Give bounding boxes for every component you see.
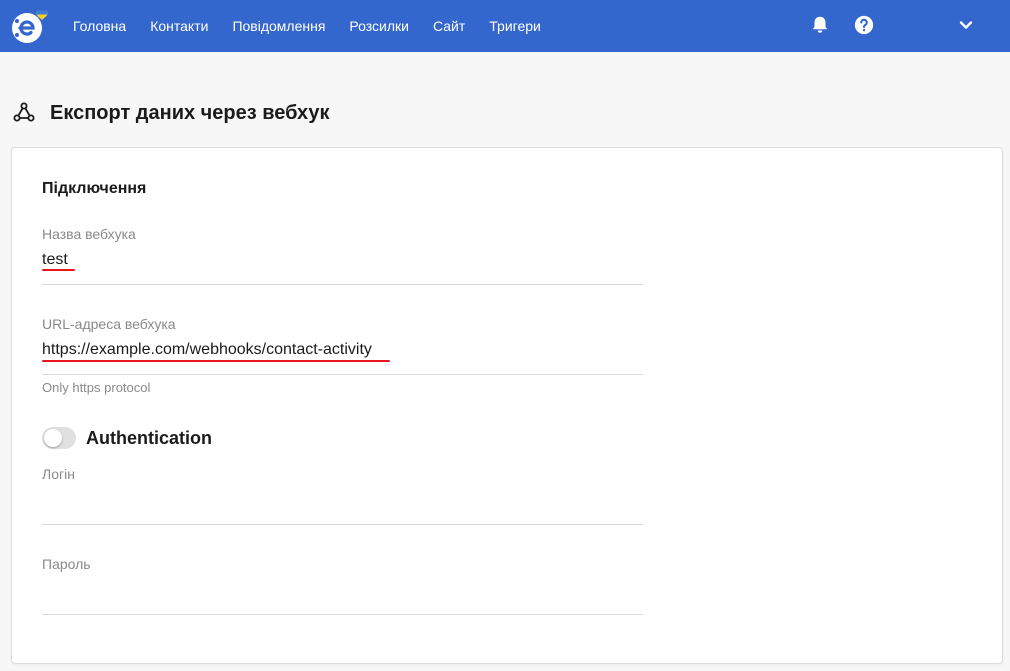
url-hint: Only https protocol — [42, 380, 151, 395]
nav-item-home[interactable]: Головна — [61, 0, 138, 52]
nav-item-site[interactable]: Сайт — [421, 0, 477, 52]
password-label: Пароль — [42, 556, 91, 572]
password-input[interactable] — [42, 578, 643, 602]
webhook-url-input[interactable]: https://example.com/webhooks/contact-act… — [42, 338, 643, 362]
nav-item-contacts[interactable]: Контакти — [138, 0, 220, 52]
authentication-toggle[interactable] — [42, 427, 76, 449]
url-annotation-underline — [42, 360, 390, 362]
esputnik-logo-icon[interactable] — [10, 6, 50, 46]
password-underline — [42, 614, 643, 615]
nav-item-campaigns[interactable]: Розсилки — [337, 0, 421, 52]
nav-item-triggers[interactable]: Тригери — [477, 0, 553, 52]
webhook-name-input[interactable]: test — [42, 248, 643, 272]
name-annotation-underline — [42, 269, 75, 271]
connection-card: Підключення Назва вебхука test URL-адрес… — [11, 147, 1003, 664]
login-label: Логін — [42, 466, 75, 482]
page-title: Експорт даних через вебхук — [50, 101, 330, 124]
login-field: Логін — [42, 464, 643, 525]
webhook-name-field: Назва вебхука test — [42, 224, 643, 285]
webhook-icon — [13, 102, 35, 122]
login-underline — [42, 524, 643, 525]
authentication-label: Authentication — [86, 427, 212, 448]
question-circle-icon[interactable] — [853, 14, 875, 36]
webhook-name-underline — [42, 284, 643, 285]
bell-icon[interactable] — [809, 14, 831, 36]
nav-item-messages[interactable]: Повідомлення — [220, 0, 337, 52]
main-nav: Головна Контакти Повідомлення Розсилки С… — [61, 0, 553, 52]
top-navigation-bar: Головна Контакти Повідомлення Розсилки С… — [0, 0, 1010, 52]
webhook-url-field: URL-адреса вебхука https://example.com/w… — [42, 314, 643, 395]
chevron-down-icon[interactable] — [957, 16, 975, 34]
webhook-name-label: Назва вебхука — [42, 226, 136, 242]
section-title: Підключення — [42, 180, 147, 197]
login-input[interactable] — [42, 488, 643, 512]
page-header: Експорт даних через вебхук — [12, 100, 330, 126]
webhook-url-underline — [42, 374, 643, 375]
webhook-url-label: URL-адреса вебхука — [42, 316, 176, 332]
authentication-toggle-row: Authentication — [42, 426, 212, 450]
toggle-knob — [44, 429, 62, 447]
password-field: Пароль — [42, 554, 643, 615]
